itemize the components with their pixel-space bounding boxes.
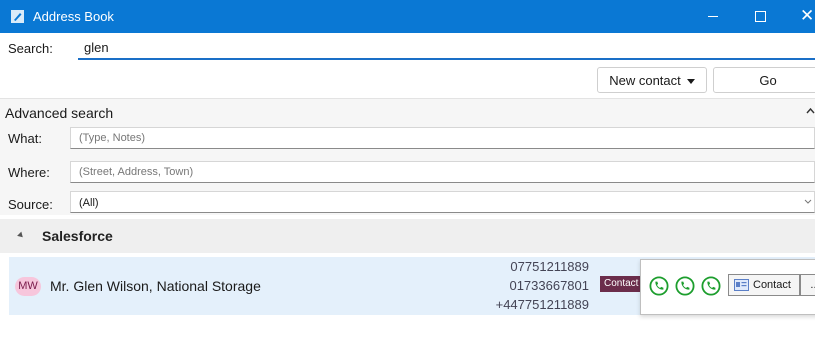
advanced-search-panel: Advanced search What: Where: Source: (Al… [0, 98, 815, 215]
chevron-down-icon [804, 199, 812, 204]
call-phone-2-icon[interactable] [675, 276, 695, 296]
group-header-salesforce[interactable]: Salesforce [0, 219, 815, 253]
chevron-up-icon[interactable] [806, 107, 815, 114]
source-value: (All) [79, 197, 99, 209]
caret-down-icon [686, 78, 695, 84]
title-bar: Address Book ✕ [0, 0, 815, 33]
go-button[interactable]: Go [713, 67, 815, 93]
avatar: MW [15, 277, 41, 296]
source-select[interactable]: (All) [70, 191, 815, 213]
address-book-icon [11, 10, 24, 23]
contact-name[interactable]: Mr. Glen Wilson, National Storage [50, 278, 261, 294]
more-actions-button[interactable]: ... [800, 274, 815, 296]
what-label: What: [8, 131, 42, 146]
open-contact-button[interactable]: Contact [728, 274, 800, 296]
contact-actions-panel: Contact ... [640, 259, 815, 315]
phone-number-2[interactable]: 01733667801 [509, 278, 589, 293]
advanced-search-title[interactable]: Advanced search [5, 105, 113, 121]
where-label: Where: [8, 165, 50, 180]
new-contact-label: New contact [609, 72, 681, 88]
maximize-button[interactable] [737, 0, 783, 33]
call-phone-1-icon[interactable] [649, 276, 669, 296]
search-label: Search: [8, 41, 53, 56]
group-title: Salesforce [42, 228, 113, 244]
contact-row[interactable]: MW Mr. Glen Wilson, National Storage 077… [9, 257, 815, 315]
new-contact-button[interactable]: New contact [597, 67, 707, 93]
close-button[interactable]: ✕ [784, 0, 815, 33]
expand-arrow-icon[interactable] [17, 231, 25, 240]
what-input[interactable] [70, 127, 815, 149]
phone-number-1[interactable]: 07751211889 [510, 259, 589, 274]
minimize-button[interactable] [690, 0, 736, 33]
open-contact-label: Contact [753, 279, 791, 291]
where-input[interactable] [70, 161, 815, 183]
window-title: Address Book [33, 9, 114, 24]
phone-number-3[interactable]: +447751211889 [496, 297, 589, 312]
search-input[interactable] [78, 36, 815, 60]
source-label: Source: [8, 197, 53, 212]
close-icon: ✕ [800, 6, 815, 25]
contact-card-icon [734, 279, 749, 291]
call-phone-3-icon[interactable] [701, 276, 721, 296]
